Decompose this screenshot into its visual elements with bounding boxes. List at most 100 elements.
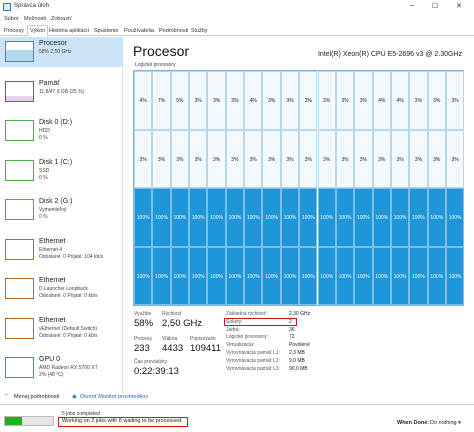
detail-value: 36: [289, 326, 295, 333]
logical-processor-cell: 100%: [409, 188, 428, 247]
sidebar-item-subtext: D.Launcher Loopback: [39, 286, 88, 292]
tab-startup[interactable]: Spustenie: [92, 26, 120, 36]
sidebar-item[interactable]: Ethernet D.Launcher Loopback Odoslané: 0 P…: [0, 274, 123, 304]
logical-processor-cell: 3%: [317, 129, 336, 188]
detail-value: 2,3 MB: [289, 350, 305, 356]
logical-processor-cell: 3%: [354, 71, 373, 130]
sidebar-item[interactable]: Procesor 58% 2,50 GHz: [0, 37, 123, 67]
uptime-label: Čas prevádzky: [134, 359, 168, 365]
tab-services[interactable]: Služby: [189, 26, 210, 36]
memory-graph-icon: [5, 80, 34, 102]
cpu-thumb-fill: [6, 49, 33, 61]
logical-processor-cell: 100%: [445, 246, 465, 305]
logical-processor-cell: 4%: [244, 71, 263, 130]
logical-processor-cell: 100%: [225, 188, 245, 247]
logical-processor-cell: 100%: [445, 188, 465, 247]
status-bar: 5 jobs completed Working on 2 jobs with …: [0, 404, 474, 432]
chevron-up-icon[interactable]: ⌃: [4, 394, 9, 400]
minimize-button[interactable]: ─: [402, 1, 422, 13]
logical-processor-cell: 5%: [170, 71, 190, 130]
logical-processor-cell: 100%: [427, 246, 446, 305]
logical-processor-cell: 3%: [409, 71, 428, 130]
less-details-link[interactable]: Menej podrobností: [14, 394, 60, 400]
logical-processor-cell: 100%: [280, 246, 300, 305]
menu-options[interactable]: Možnosti: [24, 16, 46, 22]
speed-value: 2,50 GHz: [162, 318, 203, 329]
logical-processor-cell: 100%: [280, 188, 300, 247]
detail-label: Logické procesory:: [226, 334, 268, 341]
logical-processor-cell: 3%: [262, 129, 281, 188]
gpu-graph-icon: [5, 357, 34, 378]
sidebar-item-label: Pamäť: [39, 79, 60, 87]
sidebar-item-label: Disk 1 (C:): [39, 158, 73, 166]
logical-processor-cell: 100%: [299, 188, 318, 247]
sidebar-item[interactable]: Disk 1 (C:) SSD 0 %: [0, 156, 123, 186]
when-done-value: Do nothing: [430, 420, 457, 426]
cpu-model-name: Intel(R) Xeon(R) CPU E5-2696 v3 @ 2.30GH…: [317, 51, 462, 58]
sidebar-item-label: Ethernet: [39, 237, 66, 245]
tab-app-history[interactable]: História aplikácií: [47, 26, 91, 36]
sidebar-item[interactable]: Disk 2 (G:) Vymeniteľný 0 %: [0, 195, 123, 225]
sidebar-item[interactable]: GPU 0 AMD Radeon RX 5700 XT 2% (48 °C): [0, 353, 123, 383]
bottom-links: ⌃ Menej podrobností ◉ Otvoriť Monitor pr…: [0, 392, 474, 404]
utilization-label: Využitie: [134, 311, 152, 317]
ethernet-graph-icon: [5, 317, 34, 339]
tab-users[interactable]: Používatelia: [122, 26, 156, 36]
sidebar-item[interactable]: Pamäť 11,8/47,9 GB (25 %): [0, 77, 123, 107]
utilization-value: 58%: [134, 318, 154, 329]
sidebar-item[interactable]: Ethernet vEthernet (Default Switch) Odosla…: [0, 314, 123, 344]
ethernet-graph-icon: [5, 278, 34, 299]
logical-processor-cell: 100%: [409, 246, 428, 305]
tab-processes[interactable]: Procesy: [2, 26, 26, 36]
menu-file[interactable]: Súbor: [4, 16, 19, 22]
processes-value: 233: [134, 343, 150, 354]
tab-performance[interactable]: Výkon: [27, 25, 49, 37]
detail-label: Vyrovnávacia pamäť L3:: [226, 365, 280, 372]
sidebar-item[interactable]: Ethernet Ethernet 4 Odoslané: 0 Prijaté: 1…: [0, 235, 123, 265]
logical-processor-cell: 100%: [189, 246, 208, 305]
logical-processor-cell: 3%: [207, 129, 226, 188]
resource-monitor-link[interactable]: Otvoriť Monitor prostriedkov: [80, 394, 148, 400]
disk-graph-icon: [5, 120, 34, 141]
task-manager-icon: [3, 3, 11, 11]
logical-processor-cell: 4%: [372, 71, 391, 130]
logical-processor-cell: 100%: [372, 188, 391, 247]
logical-processor-cell: 3%: [299, 129, 318, 188]
when-done-select[interactable]: Do nothing ▾: [430, 420, 461, 426]
maximize-button[interactable]: ☐: [425, 1, 445, 13]
close-button[interactable]: ✕: [449, 1, 469, 13]
detail-value: 9,0 MB: [289, 357, 305, 364]
sidebar-item-label: Ethernet: [39, 316, 66, 324]
logical-processor-cell: 3%: [189, 129, 208, 188]
logical-processor-cell: 100%: [134, 188, 153, 247]
window-title: Správca úloh: [14, 3, 50, 9]
menu-view[interactable]: Zobraziť: [51, 16, 71, 22]
sidebar-item[interactable]: Disk 0 (D:) HDD 0 %: [0, 116, 123, 146]
sidebar-item-subtext: HDD: [39, 128, 50, 134]
sidebar-item-label: Procesor: [39, 40, 68, 47]
logical-processor-cell: 3%: [445, 129, 465, 188]
logical-processor-cell: 100%: [335, 246, 355, 305]
logical-processor-cell: 100%: [354, 246, 373, 305]
ethernet-graph-icon: [5, 238, 34, 260]
logical-processor-cell: 100%: [170, 188, 190, 247]
logical-processor-cell: 100%: [390, 188, 410, 247]
logical-processor-cell: 100%: [317, 188, 336, 247]
status-working-text: Working on 2 jobs with 8 waiting to be p…: [62, 418, 183, 424]
logical-processor-cell: 3%: [354, 129, 373, 188]
logical-processors-label: Logické procesory: [135, 62, 176, 68]
processes-label: Procesy: [134, 336, 153, 342]
logical-processor-cell: 3%: [244, 129, 263, 188]
sidebar-item-subtext: AMD Radeon RX 5700 XT: [39, 365, 98, 371]
resource-monitor-icon: ◉: [72, 394, 77, 400]
threads-value: 4433: [162, 343, 184, 354]
logical-processor-cell: 3%: [152, 129, 171, 188]
logical-processor-cell: 4%: [134, 71, 153, 130]
logical-processor-cell: 100%: [317, 246, 336, 305]
page-title: Procesor: [133, 43, 190, 59]
detail-label: Vyrovnávacia pamäť L2:: [226, 357, 280, 364]
logical-processor-cell: 100%: [262, 246, 281, 305]
sidebar-item-subtext: Odoslané: 0 Prijaté: 104 kb/s: [39, 253, 104, 260]
sidebar-item-subtext: Odoslané: 0 Prijaté: 0 kb/s: [39, 332, 98, 339]
tab-details[interactable]: Podrobnosti: [157, 26, 190, 36]
